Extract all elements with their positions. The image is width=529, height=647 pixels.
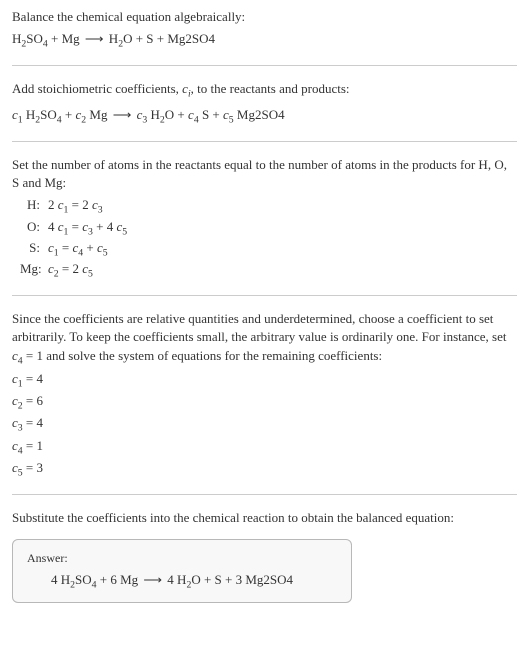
- atom-label: S:: [20, 239, 48, 257]
- answer-equation: 4 H2SO4 + 6 Mg ⟶ 4 H2O + S + 3 Mg2SO4: [27, 571, 337, 592]
- atom-label: O:: [20, 218, 48, 236]
- step3-section: Since the coefficients are relative quan…: [12, 310, 517, 480]
- atom-row: S: c1 = c4 + c5: [20, 239, 517, 260]
- step2-text: Set the number of atoms in the reactants…: [12, 156, 517, 192]
- divider: [12, 295, 517, 296]
- arrow-icon: ⟶: [141, 572, 164, 587]
- divider: [12, 141, 517, 142]
- divider: [12, 65, 517, 66]
- atom-label: Mg:: [20, 260, 48, 278]
- arrow-icon: ⟶: [83, 31, 106, 46]
- divider: [12, 494, 517, 495]
- atom-row: H: 2 c1 = 2 c3: [20, 196, 517, 217]
- step3-text: Since the coefficients are relative quan…: [12, 310, 517, 368]
- step1-equation: c1 H2SO4 + c2 Mg ⟶ c3 H2O + c4 S + c5 Mg…: [12, 106, 517, 127]
- solution-line: c3 = 4: [12, 414, 517, 435]
- solution-line: c4 = 1: [12, 437, 517, 458]
- arrow-icon: ⟶: [111, 107, 134, 122]
- atom-equation: c1 = c4 + c5: [48, 239, 108, 260]
- atom-row: Mg: c2 = 2 c5: [20, 260, 517, 281]
- step2-section: Set the number of atoms in the reactants…: [12, 156, 517, 281]
- atom-balance-table: H: 2 c1 = 2 c3 O: 4 c1 = c3 + 4 c5 S: c1…: [20, 196, 517, 281]
- atom-label: H:: [20, 196, 48, 214]
- step1-section: Add stoichiometric coefficients, ci, to …: [12, 80, 517, 126]
- solution-line: c5 = 3: [12, 459, 517, 480]
- solution-line: c2 = 6: [12, 392, 517, 413]
- solutions-list: c1 = 4 c2 = 6 c3 = 4 c4 = 1 c5 = 3: [12, 370, 517, 480]
- step1-text: Add stoichiometric coefficients, ci, to …: [12, 80, 517, 101]
- answer-label: Answer:: [27, 550, 337, 567]
- atom-row: O: 4 c1 = c3 + 4 c5: [20, 218, 517, 239]
- intro-equation: H2SO4 + Mg ⟶ H2O + S + Mg2SO4: [12, 30, 517, 51]
- atom-equation: c2 = 2 c5: [48, 260, 93, 281]
- atom-equation: 4 c1 = c3 + 4 c5: [48, 218, 127, 239]
- solution-line: c1 = 4: [12, 370, 517, 391]
- atom-equation: 2 c1 = 2 c3: [48, 196, 103, 217]
- answer-box: Answer: 4 H2SO4 + 6 Mg ⟶ 4 H2O + S + 3 M…: [12, 539, 352, 603]
- intro-section: Balance the chemical equation algebraica…: [12, 8, 517, 51]
- step4-section: Substitute the coefficients into the che…: [12, 509, 517, 527]
- intro-text: Balance the chemical equation algebraica…: [12, 8, 517, 26]
- step4-text: Substitute the coefficients into the che…: [12, 509, 517, 527]
